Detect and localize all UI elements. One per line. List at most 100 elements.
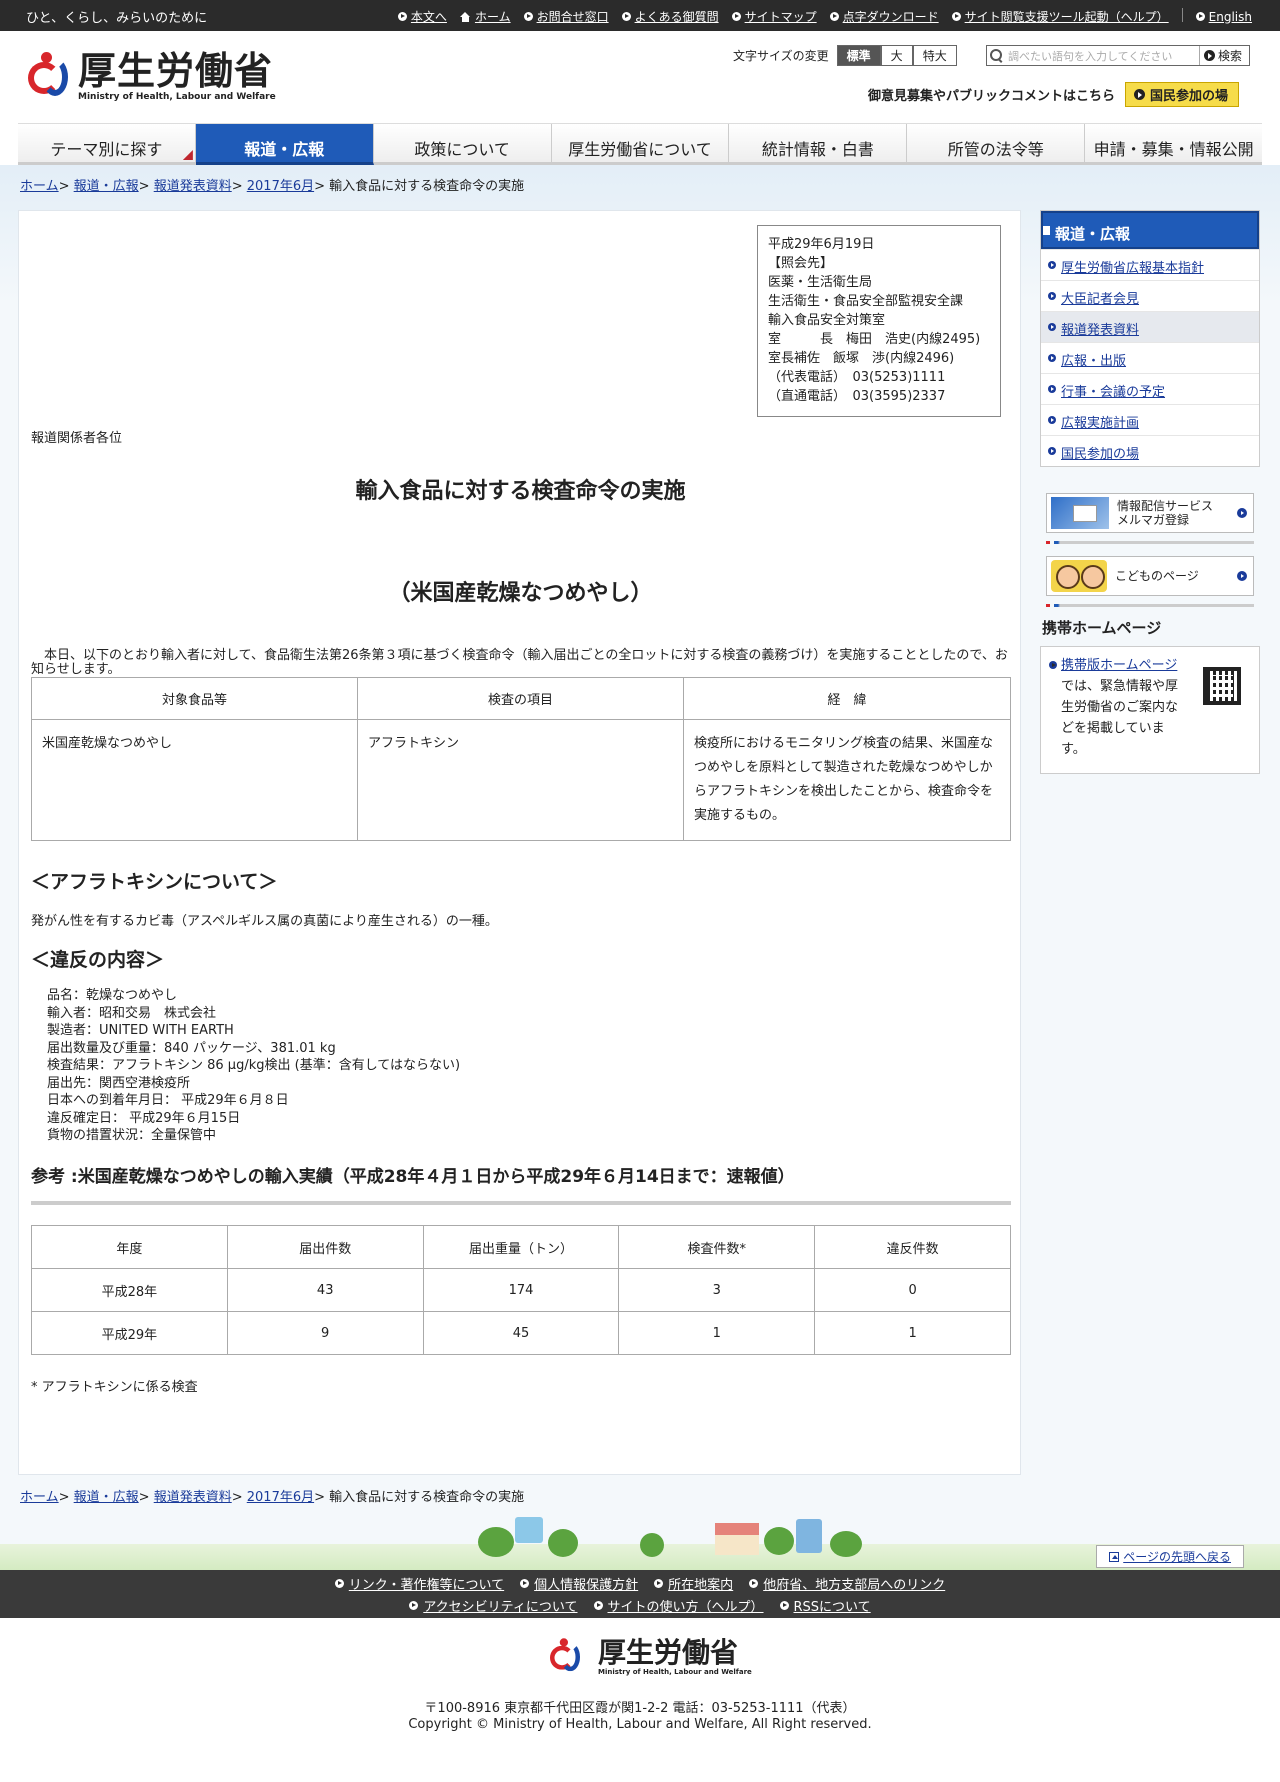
utility-links: 本文へ ホーム お問合せ窓口 よくある御質問 サイトマップ 点字ダウンロード サ… xyxy=(397,8,1252,25)
english-link[interactable]: English xyxy=(1195,8,1252,25)
intro-text: 本日、以下のとおり輸入者に対して、食品衛生法第26条第３項に基づく検査命令（輸入… xyxy=(31,648,1008,677)
arrow-circle-icon xyxy=(1048,354,1056,362)
sidebar-item-press-releases[interactable]: 報道発表資料 xyxy=(1041,311,1259,342)
sidebar-item-pr-plan[interactable]: 広報実施計画 xyxy=(1041,404,1259,435)
mail-magazine-banner[interactable]: 情報配信サービス メルマガ登録 xyxy=(1046,493,1254,533)
contact-box: 平成29年6月19日 【照会先】 医薬・生活衛生局 生活衛生・食品安全部監視安全… xyxy=(757,225,1001,417)
breadcrumb-home[interactable]: ホーム xyxy=(20,1490,59,1505)
sidebar-item-press-conference[interactable]: 大臣記者会見 xyxy=(1041,280,1259,311)
breadcrumb-home[interactable]: ホーム xyxy=(20,179,59,194)
accessibility-tool-link[interactable]: サイト閲覧支援ツール起動（ヘルプ） xyxy=(951,8,1169,25)
arrow-circle-icon xyxy=(1048,261,1056,269)
table-cell: 平成28年 xyxy=(31,1268,228,1312)
breadcrumb-month[interactable]: 2017年6月 xyxy=(247,179,314,194)
tab-themes[interactable]: テーマ別に探す xyxy=(18,124,196,165)
public-participation-button[interactable]: 国民参加の場 xyxy=(1125,82,1240,107)
logo-title: 厚生労働省 xyxy=(78,48,274,93)
tree-icon xyxy=(640,1533,664,1557)
kids-page-banner[interactable]: こどものページ xyxy=(1046,556,1254,596)
arrow-circle-icon xyxy=(523,12,533,21)
arrow-circle-icon xyxy=(593,1600,603,1610)
page-title: 輸入食品に対する検査命令の実施 xyxy=(355,479,686,504)
table-cell: 米国産乾燥なつめやし xyxy=(31,719,358,841)
aflatoxin-heading: ＜アフラトキシンについて＞ xyxy=(31,871,278,893)
faq-link[interactable]: よくある御質問 xyxy=(621,8,719,25)
search-box: 調べたい語句を入力してください 検索 xyxy=(986,45,1250,66)
tab-policy[interactable]: 政策について xyxy=(373,124,552,165)
tab-applications[interactable]: 申請・募集・情報公開 xyxy=(1085,124,1263,165)
breadcrumb-month[interactable]: 2017年6月 xyxy=(247,1490,314,1505)
list-item: 品名：乾燥なつめやし xyxy=(47,988,178,1003)
sidebar-item-publications[interactable]: 広報・出版 xyxy=(1041,342,1259,373)
search-button[interactable]: 検索 xyxy=(1198,46,1249,65)
contact-line: 室長補佐 飯塚 渉(内線2496) xyxy=(768,351,955,366)
home-icon xyxy=(459,11,471,22)
table-cell: 43 xyxy=(226,1268,424,1312)
table-cell: 9 xyxy=(226,1311,424,1355)
breadcrumb-press[interactable]: 報道・広報 xyxy=(74,1490,139,1505)
list-item: 輸入者：昭和交易 株式会社 xyxy=(47,1005,217,1021)
main-content: 平成29年6月19日 【照会先】 医薬・生活衛生局 生活衛生・食品安全部監視安全… xyxy=(18,210,1021,1475)
footer-link-location[interactable]: 所在地案内 xyxy=(654,1574,733,1593)
sidebar-item-events[interactable]: 行事・会議の予定 xyxy=(1041,373,1259,404)
tab-about[interactable]: 厚生労働省について xyxy=(551,124,730,165)
breadcrumb-releases[interactable]: 報道発表資料 xyxy=(154,1490,232,1505)
addressee: 報道関係者各位 xyxy=(31,431,123,446)
list-item: 製造者：UNITED WITH EARTH xyxy=(47,1023,234,1038)
global-nav: テーマ別に探す 報道・広報 政策について 厚生労働省について 統計情報・白書 所… xyxy=(18,123,1263,165)
footer-link-copyright[interactable]: リンク・著作権等について xyxy=(334,1574,504,1593)
breadcrumb-bottom: ホーム> 報道・広報> 報道発表資料> 2017年6月> 輸入食品に対する検査命… xyxy=(20,1490,525,1505)
tab-press[interactable]: 報道・広報 xyxy=(195,124,374,165)
table-cell: アフラトキシン xyxy=(357,719,684,841)
footer-link-rss[interactable]: RSSについて xyxy=(779,1596,871,1615)
site-logo[interactable]: 厚生労働省 Ministry of Health, Labour and Wel… xyxy=(28,51,276,102)
font-size-xlarge-button[interactable]: 特大 xyxy=(912,45,957,66)
table-header: 違反件数 xyxy=(814,1225,1011,1269)
aflatoxin-text: 発がん性を有するカビ毒（アスペルギルス属の真菌により産生される）の一種。 xyxy=(31,914,498,929)
divider xyxy=(1046,604,1254,607)
contact-line: 医薬・生活衛生局 xyxy=(768,275,873,290)
search-input[interactable]: 調べたい語句を入力してください xyxy=(1004,48,1199,64)
arrow-circle-icon xyxy=(1203,50,1215,61)
violation-heading: ＜違反の内容＞ xyxy=(31,949,165,971)
mobile-site-link[interactable]: 携帯版ホームページ xyxy=(1061,658,1177,673)
arrow-circle-icon xyxy=(397,12,407,21)
list-item: 届出数量及び重量：840 パッケージ、381.01 kg xyxy=(47,1040,336,1056)
braille-download-link[interactable]: 点字ダウンロード xyxy=(829,8,939,25)
footer-link-help[interactable]: サイトの使い方（ヘルプ） xyxy=(593,1596,764,1615)
arrow-circle-icon xyxy=(1237,508,1247,518)
home-link[interactable]: ホーム xyxy=(459,8,511,25)
breadcrumb-releases[interactable]: 報道発表資料 xyxy=(154,179,232,194)
list-item: 日本への到着年月日： 平成29年６月８日 xyxy=(47,1093,289,1108)
tab-laws[interactable]: 所管の法令等 xyxy=(907,124,1086,165)
building-icon xyxy=(796,1519,822,1553)
contact-line: 輸入食品安全対策室 xyxy=(768,313,886,328)
arrow-circle-icon xyxy=(1237,571,1247,581)
breadcrumb-press[interactable]: 報道・広報 xyxy=(74,179,139,194)
qr-code-icon xyxy=(1203,667,1241,705)
table-cell: 検疫所におけるモニタリング検査の結果、米国産なつめやしを原料として製造された乾燥… xyxy=(683,719,1011,841)
footer-link-other-ministries[interactable]: 他府省、地方支部局へのリンク xyxy=(749,1574,945,1593)
public-comment-area: 御意見募集やパブリックコメントはこちら 国民参加の場 xyxy=(868,82,1240,107)
font-size-standard-button[interactable]: 標準 xyxy=(836,45,881,66)
contact-line: 室 長 梅田 浩史(内線2495) xyxy=(768,332,981,347)
corner-arrow-icon xyxy=(182,150,193,160)
arrow-circle-icon xyxy=(731,12,741,21)
sidebar: 報道・広報 厚生労働省広報基本指針 大臣記者会見 報道発表資料 広報・出版 行事… xyxy=(1040,210,1260,774)
sitemap-link[interactable]: サイトマップ xyxy=(731,8,817,25)
arrow-circle-icon xyxy=(409,1600,419,1610)
arrow-circle-icon xyxy=(1049,661,1057,669)
back-to-top-button[interactable]: ページの先頭へ戻る xyxy=(1096,1545,1244,1568)
table-header: 届出重量（トン） xyxy=(422,1225,620,1269)
sidebar-item-participation[interactable]: 国民参加の場 xyxy=(1041,435,1259,466)
contact-link[interactable]: お問合せ窓口 xyxy=(523,8,609,25)
arrow-circle-icon xyxy=(1048,416,1056,424)
skip-to-content-link[interactable]: 本文へ xyxy=(397,8,447,25)
footer-link-privacy[interactable]: 個人情報保護方針 xyxy=(520,1574,638,1593)
footer-link-accessibility[interactable]: アクセシビリティについて xyxy=(409,1596,578,1615)
table-cell: 平成29年 xyxy=(31,1311,228,1355)
arrow-circle-icon xyxy=(1048,447,1056,455)
sidebar-item-guidelines[interactable]: 厚生労働省広報基本指針 xyxy=(1041,249,1259,280)
font-size-large-button[interactable]: 大 xyxy=(880,45,913,66)
tab-statistics[interactable]: 統計情報・白書 xyxy=(729,124,908,165)
